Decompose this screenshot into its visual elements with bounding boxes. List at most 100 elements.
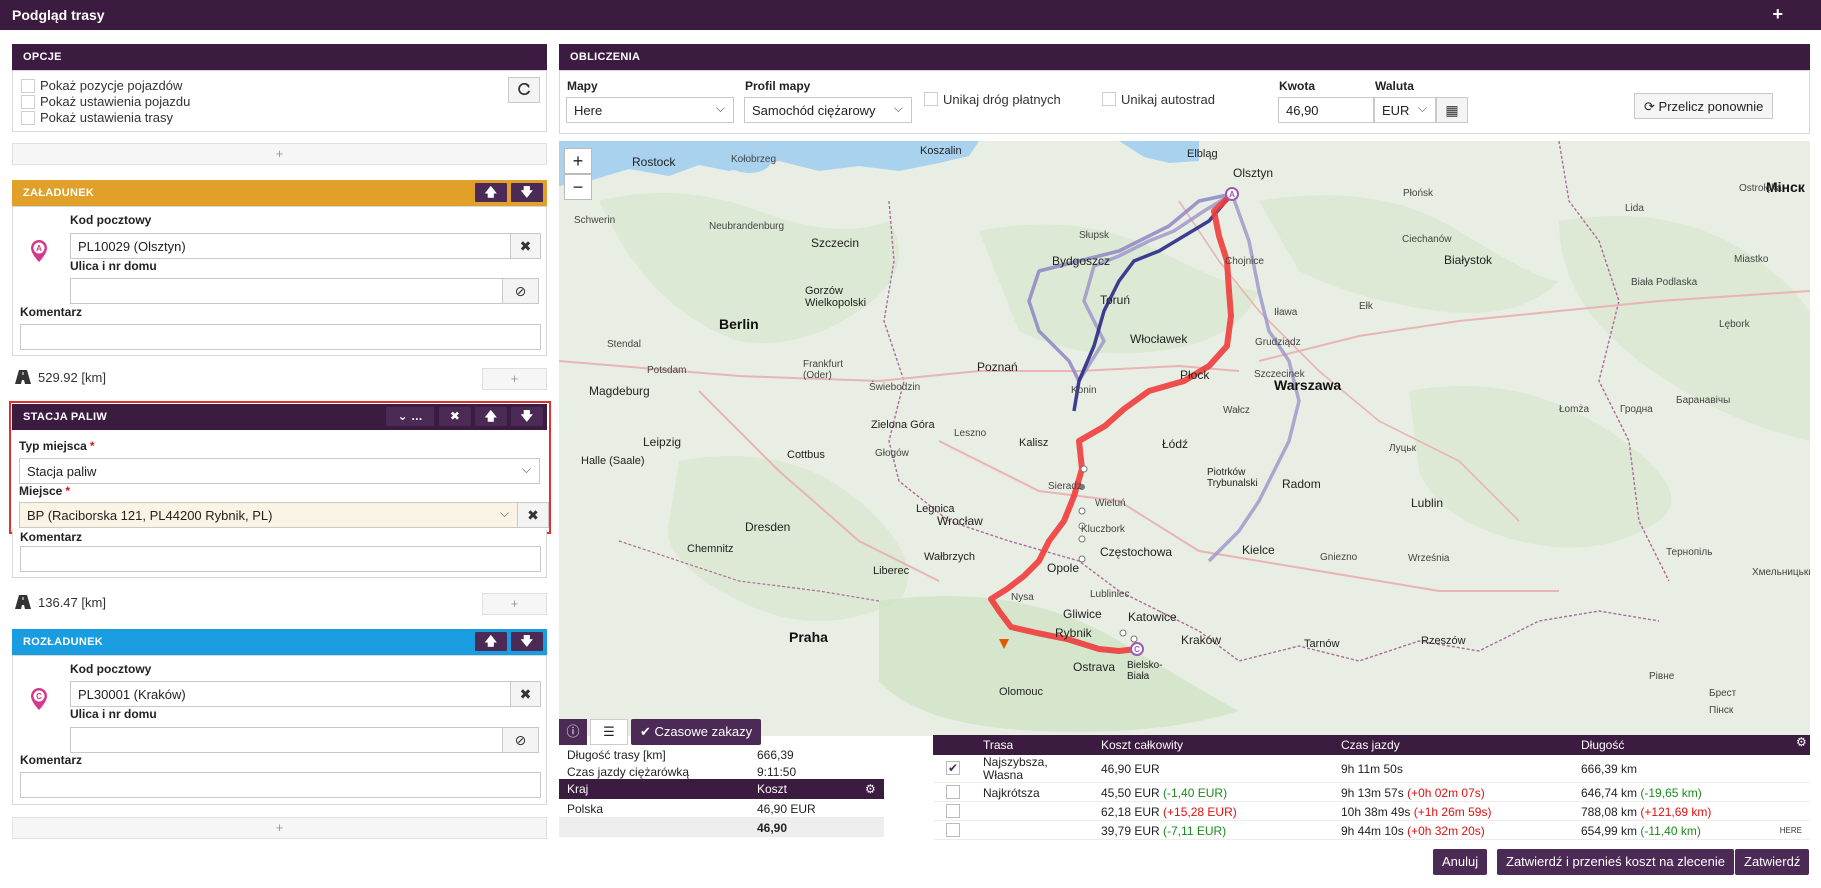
street-input[interactable] xyxy=(70,727,503,753)
checkbox-avoid-toll[interactable] xyxy=(924,92,938,106)
checkbox-checked[interactable]: ✔ xyxy=(946,761,960,775)
locate-street-button[interactable]: ⊘ xyxy=(502,727,539,753)
svg-text:A: A xyxy=(36,244,42,253)
add-point-bar-3[interactable]: + xyxy=(482,593,547,615)
loading-header: ZAŁADUNEK 🡅 🡇 xyxy=(12,180,547,206)
map-city: Szczecin xyxy=(811,236,860,250)
map-city: Poznań xyxy=(977,360,1018,374)
window-titlebar: Podgląd trasy + xyxy=(0,0,1821,30)
map-city: Halle (Saale) xyxy=(581,455,645,467)
route-row-check[interactable] xyxy=(933,802,975,821)
comment-label: Komentarz xyxy=(20,753,83,767)
move-up-button[interactable]: 🡅 xyxy=(475,407,507,426)
checkbox[interactable] xyxy=(946,804,960,818)
map-small-label: Тернопіль xyxy=(1666,547,1713,558)
move-up-button[interactable]: 🡅 xyxy=(475,632,507,651)
move-down-button[interactable]: 🡇 xyxy=(511,407,543,426)
profile-label: Profil mapy xyxy=(745,79,811,93)
checkbox-avoid-highways[interactable] xyxy=(1102,92,1116,106)
refresh-button[interactable] xyxy=(508,77,540,103)
route-name: Najszybsza, Własna xyxy=(975,755,1093,783)
profile-select[interactable]: Samochód ciężarowy ⌵ xyxy=(744,97,912,123)
unloading-header: ROZŁADUNEK 🡅 🡇 xyxy=(12,629,547,655)
calculator-button[interactable]: ▦ xyxy=(1436,97,1468,123)
route-summary: Długość trasy [km] 666,39 Czas jazdy cię… xyxy=(559,745,884,837)
comment-input[interactable] xyxy=(20,546,541,572)
map-small-label: Słupsk xyxy=(1079,230,1110,241)
cancel-button[interactable]: Anuluj xyxy=(1433,849,1488,875)
clear-postal-button[interactable]: ✖ xyxy=(510,233,541,259)
map-label-praha: Praha xyxy=(789,629,828,645)
country-name: Polska xyxy=(559,799,749,818)
comment-input[interactable] xyxy=(20,772,541,798)
amount-input[interactable]: 46,90 xyxy=(1278,97,1374,123)
route-name xyxy=(975,802,1093,821)
currency-select[interactable]: EUR ⌵ xyxy=(1374,97,1436,123)
confirm-button[interactable]: Zatwierdź xyxy=(1735,849,1810,875)
add-point-bar-4[interactable]: + xyxy=(12,817,547,839)
compass-icon: ⊘ xyxy=(514,732,527,748)
recalculate-button[interactable]: ⟳ Przelicz ponownie xyxy=(1634,93,1774,119)
checkbox-show-vehicle-positions[interactable] xyxy=(21,79,35,93)
maps-select[interactable]: Here ⌵ xyxy=(566,97,734,123)
place-type-select[interactable]: Stacja paliw ⌵ xyxy=(19,458,540,484)
map-city: Łódź xyxy=(1162,437,1189,451)
checkbox-show-route-settings[interactable] xyxy=(21,111,35,125)
street-label: Ulica i nr domu xyxy=(70,707,157,721)
route-row-check[interactable] xyxy=(933,821,975,840)
map-small-label: Stendal xyxy=(607,339,641,350)
add-point-bar-1[interactable]: + xyxy=(12,143,547,165)
map-small-label: Lida xyxy=(1625,203,1644,214)
clear-place-button[interactable]: ✖ xyxy=(517,502,549,528)
route-time: 9h 44m 10s (+0h 32m 20s) xyxy=(1333,821,1573,840)
arrow-up-icon: 🡅 xyxy=(484,634,498,648)
map-small-label: Gniezno xyxy=(1320,552,1358,563)
comment-input[interactable] xyxy=(20,324,541,350)
place-select[interactable]: BP (Raciborska 121, PL44200 Rybnik, PL) … xyxy=(19,502,518,528)
zoom-in-button[interactable]: + xyxy=(564,148,592,174)
map-small-label: Kluczbork xyxy=(1081,524,1125,535)
route-row-check[interactable] xyxy=(933,783,975,802)
move-down-button[interactable]: 🡇 xyxy=(511,183,543,202)
map-city: Wrocław xyxy=(937,514,983,528)
checkbox[interactable] xyxy=(946,823,960,837)
map-small-label: Lębork xyxy=(1719,319,1750,330)
route-map[interactable]: A C Berlin Warszawa Praha Мінск Rostock … xyxy=(559,141,1810,736)
gear-icon[interactable]: ⚙ xyxy=(865,782,876,796)
move-up-button[interactable]: 🡅 xyxy=(475,183,507,202)
gear-icon[interactable]: ⚙ xyxy=(1796,735,1807,749)
arrow-up-icon: 🡅 xyxy=(484,185,498,199)
remove-point-button[interactable]: ✖ xyxy=(439,407,471,426)
avoid-highways-label: Unikaj autostrad xyxy=(1121,92,1215,107)
route-cost: 62,18 EUR (+15,28 EUR) xyxy=(1093,802,1333,821)
country-header: Kraj xyxy=(559,779,749,799)
confirm-transfer-button[interactable]: Zatwierdź i przenieś koszt na zlecenie xyxy=(1497,849,1734,875)
checkbox-show-vehicle-settings[interactable] xyxy=(21,95,35,109)
temporary-bans-button[interactable]: ✔ Czasowe zakazy xyxy=(631,719,762,745)
map-small-label: Schwerin xyxy=(574,215,616,226)
compass-icon: ⊘ xyxy=(514,283,527,299)
map-small-label: Баранавічы xyxy=(1676,395,1731,406)
locate-street-button[interactable]: ⊘ xyxy=(502,278,539,304)
street-label: Ulica i nr domu xyxy=(70,259,157,273)
checkbox[interactable] xyxy=(946,785,960,799)
map-city: Legnica xyxy=(916,503,955,515)
layers-button[interactable]: ☰ xyxy=(590,719,628,745)
map-small-label: Хмельницький xyxy=(1752,567,1810,578)
expand-more-button[interactable]: ⌄ ... xyxy=(386,407,434,426)
map-city: Koszalin xyxy=(920,145,962,157)
clear-postal-button[interactable]: ✖ xyxy=(510,681,541,707)
move-down-button[interactable]: 🡇 xyxy=(511,632,543,651)
postal-code-input[interactable]: PL30001 (Kraków) xyxy=(70,681,511,707)
avoid-toll-label: Unikaj dróg płatnych xyxy=(943,92,1061,107)
map-small-label: Lubliniec xyxy=(1090,589,1130,600)
route-row-check[interactable]: ✔ xyxy=(933,755,975,783)
unloading-header-label: ROZŁADUNEK xyxy=(23,636,103,648)
add-point-bar-2[interactable]: + xyxy=(482,368,547,390)
map-small-label: Ostrołęka xyxy=(1739,183,1782,194)
add-button[interactable]: + xyxy=(1772,4,1783,25)
zoom-out-button[interactable]: − xyxy=(564,174,592,200)
postal-code-input[interactable]: PL10029 (Olsztyn) xyxy=(70,233,511,259)
info-button[interactable]: ⓘ xyxy=(559,719,587,745)
street-input[interactable] xyxy=(70,278,503,304)
